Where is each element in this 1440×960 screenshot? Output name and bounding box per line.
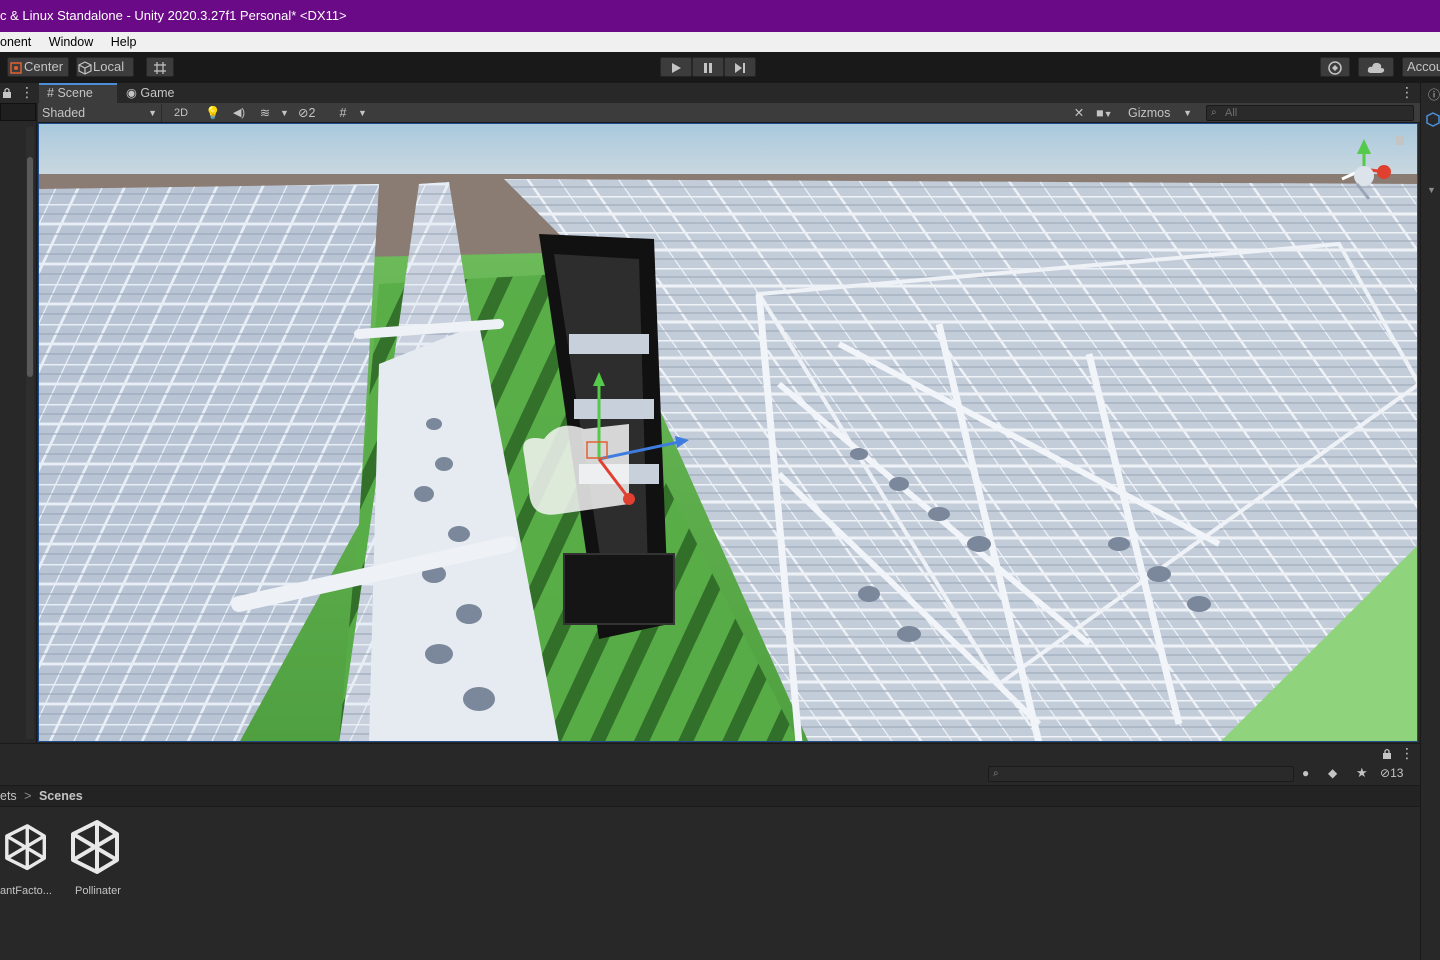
- menu-item-help[interactable]: Help: [111, 32, 137, 52]
- breadcrumb-assets[interactable]: ets: [0, 789, 17, 803]
- grid-icon[interactable]: #: [334, 104, 352, 122]
- chevron-down-icon[interactable]: ▼: [1427, 185, 1436, 195]
- grid-icon: [154, 61, 166, 74]
- hidden-packages-toggle[interactable]: ⊘13: [1380, 766, 1403, 780]
- hidden-objects-toggle[interactable]: ⊘2: [298, 104, 328, 122]
- hierarchy-scrollbar[interactable]: [26, 127, 34, 739]
- grid-snap-button[interactable]: [146, 57, 174, 77]
- asset-name-plantfactory: antFacto...: [0, 885, 52, 897]
- hierarchy-search[interactable]: [0, 103, 36, 121]
- main-toolbar: Center Local Accou: [0, 52, 1440, 83]
- project-toolbar: ⌕ ● ◆ ★ ⊘13: [0, 763, 1420, 785]
- cloud-button[interactable]: [1358, 57, 1394, 77]
- play-icon: [672, 62, 681, 73]
- chevron-down-icon[interactable]: ▼: [358, 104, 368, 122]
- window-title: c & Linux Standalone - Unity 2020.3.27f1…: [0, 0, 1440, 32]
- pause-icon: [704, 62, 712, 73]
- lighting-icon[interactable]: 💡: [204, 104, 222, 122]
- tools-icon[interactable]: ✕: [1070, 104, 1088, 122]
- project-search-input[interactable]: ⌕: [988, 766, 1294, 782]
- scene-tab-bar: ⋮ # Scene ◉ Game ⋮: [0, 83, 1420, 103]
- gamepad-icon: ◉: [126, 86, 137, 100]
- kebab-icon[interactable]: ⋮: [20, 85, 34, 99]
- eye-slash-icon: ⊘: [298, 106, 309, 120]
- search-icon: ⌕: [993, 768, 999, 779]
- eye-slash-icon: ⊘: [1380, 766, 1391, 780]
- lock-icon[interactable]: [2, 86, 12, 104]
- kebab-icon[interactable]: ⋮: [1400, 746, 1414, 760]
- menu-bar: onent Window Help: [0, 32, 1440, 52]
- scene-asset-icon[interactable]: [70, 820, 120, 876]
- account-button[interactable]: Accou: [1402, 57, 1440, 77]
- search-icon: ⌕: [1211, 107, 1217, 118]
- scene-control-bar: Shaded ▼ 2D 💡 ◀) ≋ ▼ ⊘2 # ▼ ✕ ■▼ Gizmos …: [38, 103, 1420, 123]
- menu-item-window[interactable]: Window: [49, 32, 93, 52]
- tab-game[interactable]: ◉ Game: [124, 83, 204, 103]
- menu-item-component[interactable]: onent: [0, 32, 31, 52]
- breadcrumb: ets > Scenes: [0, 785, 1420, 807]
- collab-button[interactable]: [1320, 57, 1350, 77]
- pivot-center-icon: [10, 61, 22, 74]
- lock-icon[interactable]: [1396, 136, 1404, 145]
- breadcrumb-scenes[interactable]: Scenes: [39, 789, 83, 803]
- pivot-local-button[interactable]: Local: [76, 57, 134, 77]
- cube-icon[interactable]: [1426, 111, 1440, 129]
- mode-2d-button[interactable]: 2D: [168, 104, 194, 122]
- grid-icon: #: [47, 86, 54, 100]
- pause-button[interactable]: [692, 57, 724, 77]
- scrollbar-thumb[interactable]: [27, 157, 33, 377]
- label-tag-icon[interactable]: ◆: [1328, 766, 1337, 780]
- chevron-down-icon[interactable]: ▼: [280, 104, 290, 122]
- favorite-star-icon[interactable]: ★: [1356, 765, 1368, 781]
- step-icon: [735, 62, 745, 73]
- hierarchy-panel: [0, 83, 37, 743]
- scene-render[interactable]: [39, 124, 1418, 742]
- breadcrumb-separator: >: [24, 789, 32, 803]
- step-button[interactable]: [724, 57, 756, 77]
- scene-search-input[interactable]: ⌕ All: [1206, 105, 1414, 121]
- scene-viewport[interactable]: [38, 123, 1418, 742]
- pivot-center-button[interactable]: Center: [7, 57, 69, 77]
- play-button[interactable]: [660, 57, 692, 77]
- cloud-icon: [1367, 62, 1385, 73]
- chevron-down-icon: ▼: [1183, 108, 1192, 118]
- audio-icon[interactable]: ◀): [230, 104, 248, 122]
- scene-asset-icon[interactable]: [0, 820, 46, 876]
- gizmos-dropdown[interactable]: Gizmos ▼: [1128, 104, 1194, 122]
- effects-icon[interactable]: ≋: [256, 104, 274, 122]
- kebab-icon[interactable]: ⋮: [1400, 85, 1414, 99]
- camera-icon[interactable]: ■▼: [1096, 104, 1122, 122]
- tab-scene[interactable]: # Scene: [39, 83, 117, 103]
- inspector-panel: ⓘ ▼: [1420, 83, 1440, 960]
- shading-mode-dropdown[interactable]: Shaded ▼: [40, 104, 162, 122]
- collab-icon: [1328, 60, 1342, 75]
- info-icon[interactable]: ⓘ: [1428, 86, 1440, 103]
- cube-local-icon: [78, 60, 92, 75]
- asset-name-pollinater: Pollinater: [75, 885, 121, 897]
- create-asset-icon[interactable]: ●: [1302, 766, 1309, 780]
- chevron-down-icon: ▼: [148, 108, 157, 118]
